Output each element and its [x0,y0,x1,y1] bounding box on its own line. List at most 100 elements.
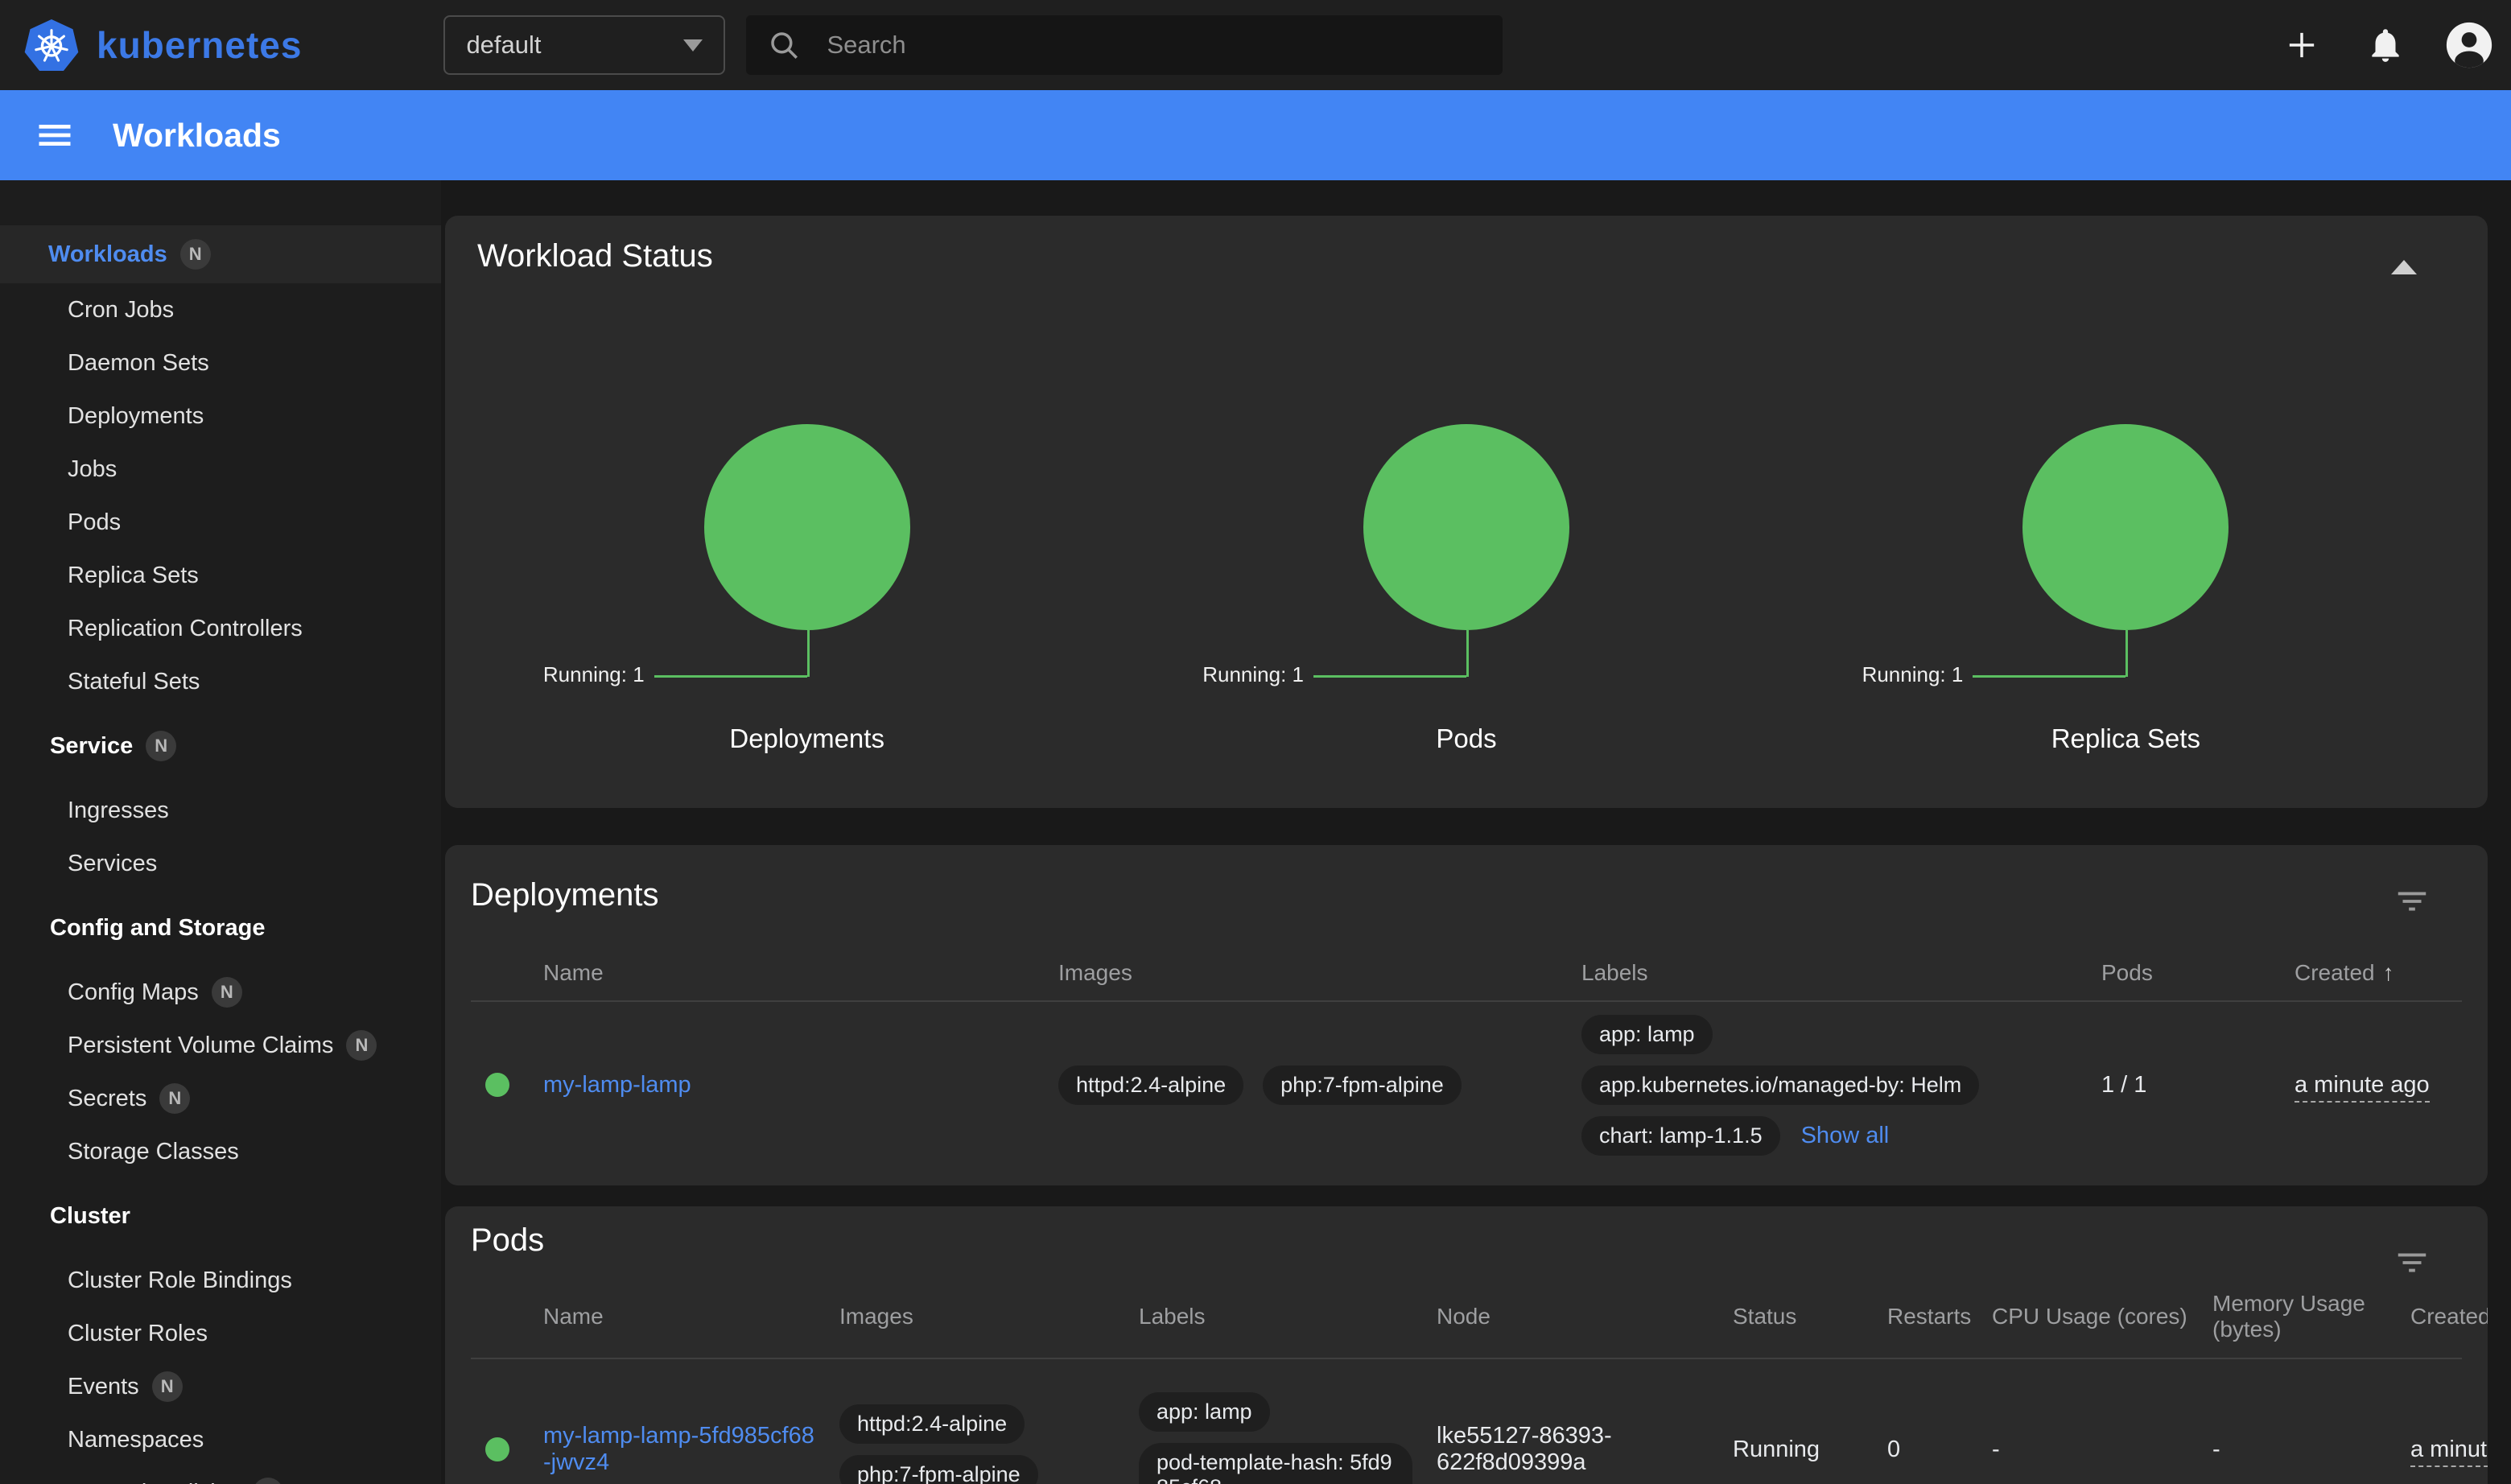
filter-button[interactable] [2388,1239,2436,1287]
filter-button[interactable] [2388,877,2436,925]
sidebar-item-daemon-sets[interactable]: Daemon Sets [0,336,441,390]
image-chip: httpd:2.4-alpine [1058,1066,1243,1105]
sidebar-item-stateful-sets[interactable]: Stateful Sets [0,655,441,708]
sidebar-item-service[interactable]: Service N [0,719,441,773]
sidebar-item-secrets[interactable]: Secrets N [0,1072,441,1125]
status-text-cell: Running [1733,1437,1887,1463]
sidebar-item-ingresses[interactable]: Ingresses [0,784,441,837]
sidebar-item-cron-jobs[interactable]: Cron Jobs [0,283,441,336]
sidebar-item-namespaces[interactable]: Namespaces [0,1413,441,1466]
pod-name-link[interactable]: my-lamp-lamp-5fd985cf68-jwvz4 [543,1423,814,1475]
label-chip: app: lamp [1139,1392,1270,1432]
pie-running-slice [2022,424,2229,630]
node-cell: lke55127-86393-622f8d09399a [1437,1423,1733,1476]
running-count-label: Running: 1 [1202,662,1304,687]
hamburger-icon [34,114,76,156]
deployments-pie-chart: Running: 1 Deployments [477,424,1136,778]
column-header-labels[interactable]: Labels [1139,1304,1437,1329]
workload-status-title: Workload Status [477,238,2455,274]
cpu-usage-cell: - [1992,1437,2212,1463]
sidebar-item-replica-sets[interactable]: Replica Sets [0,549,441,602]
column-header-created[interactable]: Created↑ [2410,1304,2462,1329]
sidebar-item-replication-controllers[interactable]: Replication Controllers [0,602,441,655]
pie-running-slice [704,424,910,630]
filter-list-icon [2393,883,2431,920]
user-menu-button[interactable] [2440,16,2498,74]
deployment-name-link[interactable]: my-lamp-lamp [543,1072,691,1098]
sidebar-item-pods[interactable]: Pods [0,496,441,549]
sidebar-item-workloads[interactable]: Workloads N [0,225,441,283]
column-header-restarts[interactable]: Restarts [1887,1304,1992,1329]
brand-wordmark: kubernetes [97,23,302,67]
callout-line [1973,675,2125,678]
column-header-images[interactable]: Images [1058,960,1581,986]
chart-title: Deployments [477,723,1136,754]
labels-cell: app: lamp app.kubernetes.io/managed-by: … [1581,1015,2101,1156]
column-header-images[interactable]: Images [839,1304,1139,1329]
sidebar-item-network-policies[interactable]: Network Policies N [0,1466,441,1484]
search-input[interactable] [827,31,1482,60]
status-running-icon [485,1073,509,1097]
workload-status-charts: Running: 1 Deployments Running: 1 Pods [477,424,2455,778]
column-header-status[interactable]: Status [1733,1304,1887,1329]
sidebar-item-cluster-roles[interactable]: Cluster Roles [0,1307,441,1360]
created-cell: a minute ago [2410,1437,2462,1463]
column-header-cpu-usage[interactable]: CPU Usage (cores) [1992,1304,2212,1329]
running-count-label: Running: 1 [1862,662,1964,687]
sidebar-item-cluster-role-bindings[interactable]: Cluster Role Bindings [0,1254,441,1307]
callout-line [654,675,807,678]
sidebar-item-events[interactable]: Events N [0,1360,441,1413]
kubernetes-dashboard: kubernetes default [0,0,2511,1484]
column-header-memory-usage[interactable]: Memory Usage (bytes) [2212,1291,2410,1342]
deployments-card-title: Deployments [471,877,2462,913]
sidebar-item-storage-classes[interactable]: Storage Classes [0,1125,441,1178]
column-header-labels[interactable]: Labels [1581,960,2101,986]
name-cell: my-lamp-lamp [543,1072,1058,1099]
pods-card: Pods Name Images Labels Node Status Rest… [445,1206,2488,1484]
column-header-name[interactable]: Name [543,960,1058,986]
search-box [746,15,1503,75]
name-cell: my-lamp-lamp-5fd985cf68-jwvz4 [543,1423,839,1476]
sidebar-item-services[interactable]: Services [0,837,441,890]
label-chip: chart: lamp-1.1.5 [1581,1116,1780,1156]
relative-time: a minute ago [2295,1072,2430,1103]
column-header-node[interactable]: Node [1437,1304,1733,1329]
create-resource-button[interactable] [2273,16,2331,74]
pods-table-header: Name Images Labels Node Status Restarts … [471,1275,2462,1359]
sidebar-item-config-and-storage[interactable]: Config and Storage [0,901,441,954]
relative-time: a minute ago [2410,1437,2488,1467]
created-cell: a minute ago [2295,1072,2462,1099]
pods-pie-chart: Running: 1 Pods [1136,424,1796,778]
label-chip: app.kubernetes.io/managed-by: Helm [1581,1066,1979,1105]
show-all-link[interactable]: Show all [1801,1123,1890,1149]
callout-line [2125,630,2128,677]
sidebar-item-config-maps[interactable]: Config Maps N [0,966,441,1019]
user-avatar-icon [2445,21,2493,69]
replica-sets-pie-chart: Running: 1 Replica Sets [1796,424,2455,778]
sidebar-item-persistent-volume-claims[interactable]: Persistent Volume Claims N [0,1019,441,1072]
page-title: Workloads [113,117,281,155]
sidebar-item-deployments[interactable]: Deployments [0,390,441,443]
deployments-card: Deployments Name Images Labels Pods Crea… [445,845,2488,1185]
column-header-pods[interactable]: Pods [2101,960,2295,986]
labels-cell: app: lamp pod-template-hash: 5fd985cf68 [1139,1392,1437,1484]
new-badge: N [159,1083,190,1114]
sidebar-item-cluster[interactable]: Cluster [0,1189,441,1243]
new-badge: N [180,239,211,270]
memory-usage-cell: - [2212,1437,2410,1463]
namespace-selector[interactable]: default [443,15,725,75]
image-chip: httpd:2.4-alpine [839,1404,1025,1444]
column-header-created[interactable]: Created↑ [2295,960,2462,986]
label-chip: app: lamp [1581,1015,1713,1054]
collapse-card-button[interactable] [2381,245,2426,290]
sidebar-item-jobs[interactable]: Jobs [0,443,441,496]
new-badge: N [146,731,176,761]
bell-icon [2365,25,2406,65]
kubernetes-home-link[interactable]: kubernetes [0,18,302,72]
chart-title: Pods [1136,723,1796,754]
app-bar: Workloads [0,90,2511,180]
menu-button[interactable] [29,109,80,161]
status-cell [471,1437,543,1461]
column-header-name[interactable]: Name [543,1304,839,1329]
notifications-button[interactable] [2356,16,2414,74]
